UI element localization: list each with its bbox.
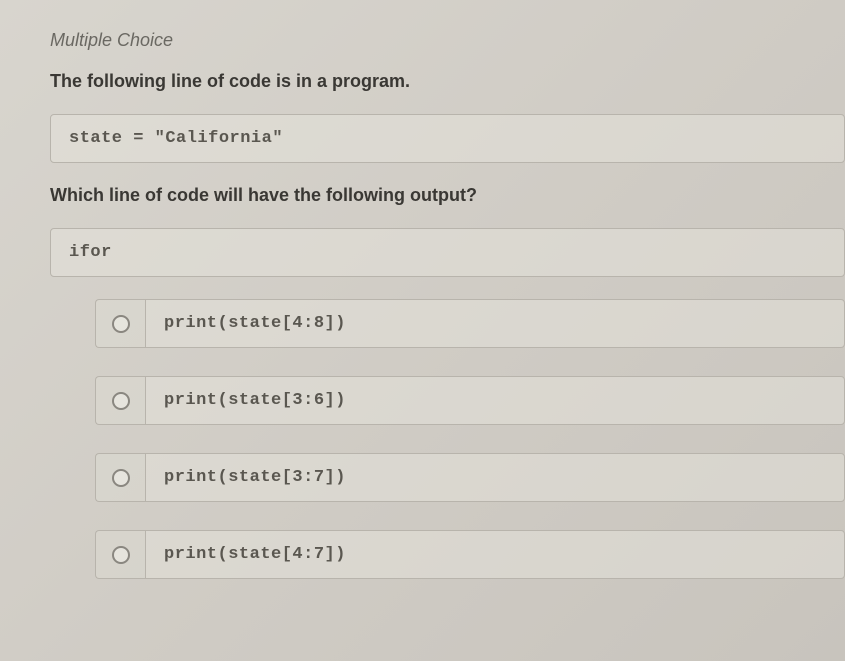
expected-output-box: ifor: [50, 228, 845, 277]
expected-output-text: ifor: [69, 243, 112, 262]
radio-icon: [112, 315, 130, 333]
option-row[interactable]: print(state[3:6]): [95, 376, 845, 425]
option-row[interactable]: print(state[4:8]): [95, 299, 845, 348]
options-container: print(state[4:8]) print(state[3:6]) prin…: [50, 299, 845, 579]
option-row[interactable]: print(state[4:7]): [95, 530, 845, 579]
option-row[interactable]: print(state[3:7]): [95, 453, 845, 502]
option-code-text: print(state[3:6]): [164, 391, 346, 410]
option-code-box: print(state[4:8]): [145, 299, 845, 348]
radio-cell[interactable]: [95, 376, 145, 425]
option-code-text: print(state[3:7]): [164, 468, 346, 487]
radio-cell[interactable]: [95, 530, 145, 579]
radio-icon: [112, 392, 130, 410]
option-code-box: print(state[3:7]): [145, 453, 845, 502]
radio-icon: [112, 469, 130, 487]
question-type-label: Multiple Choice: [50, 30, 845, 51]
option-code-box: print(state[4:7]): [145, 530, 845, 579]
given-code-box: state = "California": [50, 114, 845, 163]
option-code-text: print(state[4:7]): [164, 545, 346, 564]
given-code-text: state = "California": [69, 129, 283, 148]
radio-icon: [112, 546, 130, 564]
radio-cell[interactable]: [95, 299, 145, 348]
option-code-box: print(state[3:6]): [145, 376, 845, 425]
radio-cell[interactable]: [95, 453, 145, 502]
option-code-text: print(state[4:8]): [164, 314, 346, 333]
question-prompt-2: Which line of code will have the followi…: [50, 185, 845, 206]
question-prompt-1: The following line of code is in a progr…: [50, 71, 845, 92]
